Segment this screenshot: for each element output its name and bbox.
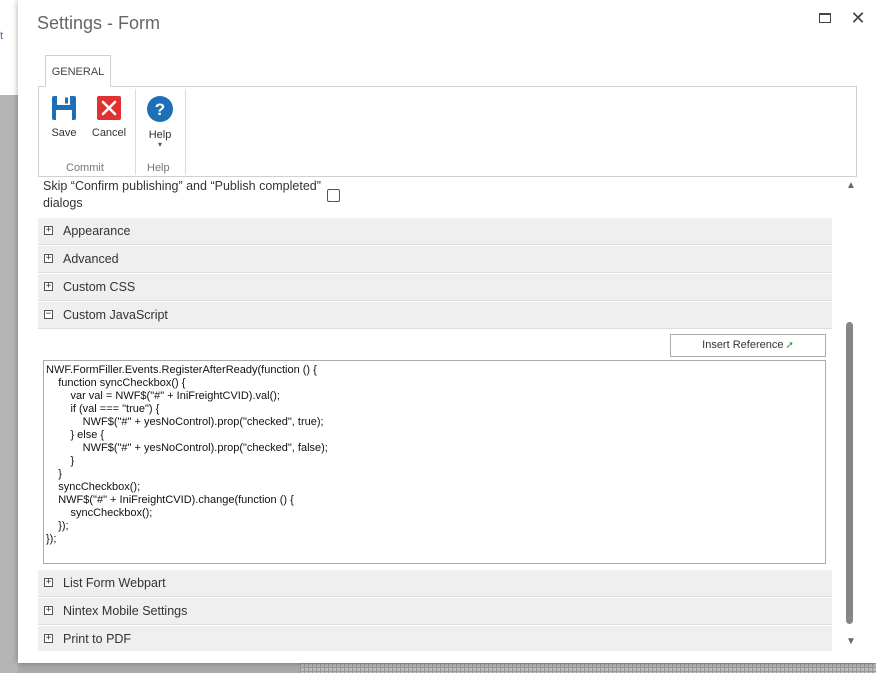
section-appearance[interactable]: + Appearance xyxy=(38,218,832,245)
scroll-up-icon[interactable]: ▲ xyxy=(846,180,856,191)
group-label-commit: Commit xyxy=(66,162,104,174)
background-overlay xyxy=(0,95,18,673)
cancel-button[interactable]: Cancel xyxy=(89,95,129,139)
expand-icon: + xyxy=(44,225,53,235)
close-icon: ✕ xyxy=(850,8,866,28)
section-custom-css[interactable]: + Custom CSS xyxy=(38,274,832,301)
expand-icon: + xyxy=(44,577,53,587)
cancel-label: Cancel xyxy=(91,127,127,139)
skip-dialogs-checkbox[interactable] xyxy=(327,189,340,202)
insert-arrow-icon: ➚ xyxy=(785,340,794,351)
section-label: Custom JavaScript xyxy=(63,308,168,322)
custom-javascript-editor[interactable]: NWF.FormFiller.Events.RegisterAfterReady… xyxy=(43,360,826,564)
section-label: Advanced xyxy=(63,252,119,266)
expand-icon: + xyxy=(44,633,53,643)
group-label-help: Help xyxy=(147,162,170,174)
section-list-form-webpart[interactable]: + List Form Webpart xyxy=(38,570,832,597)
section-custom-javascript[interactable]: − Custom JavaScript xyxy=(38,302,832,329)
section-nintex-mobile-settings[interactable]: + Nintex Mobile Settings xyxy=(38,598,832,625)
collapse-icon: − xyxy=(44,309,53,319)
chevron-down-icon: ▾ xyxy=(157,140,162,149)
maximize-button[interactable] xyxy=(814,8,834,28)
skip-dialogs-label: Skip “Confirm publishing” and “Publish c… xyxy=(43,179,321,210)
ribbon: Save Cancel ? Help ▾ Commit Help xyxy=(38,86,857,177)
help-icon: ? xyxy=(147,96,173,122)
group-separator xyxy=(135,89,136,175)
expand-icon: + xyxy=(44,253,53,263)
section-label: Nintex Mobile Settings xyxy=(63,604,188,618)
insert-reference-button[interactable]: Insert Reference ➚ xyxy=(670,334,826,357)
insert-reference-label: Insert Reference xyxy=(702,339,784,351)
section-label: Print to PDF xyxy=(63,632,132,646)
dialog-title: Settings - Form xyxy=(37,13,161,33)
background-text: t xyxy=(0,30,4,42)
help-button[interactable]: ? Help ▾ xyxy=(139,95,181,149)
section-label: List Form Webpart xyxy=(63,576,166,590)
save-label: Save xyxy=(51,127,77,139)
scroll-thumb[interactable] xyxy=(846,322,853,624)
settings-content: Skip “Confirm publishing” and “Publish c… xyxy=(38,177,832,651)
settings-dialog: Settings - Form ✕ GENERAL Save Cancel ? … xyxy=(18,0,876,663)
vertical-scrollbar[interactable]: ▲ ▼ xyxy=(844,177,858,651)
help-glyph: ? xyxy=(155,100,165,119)
section-print-to-pdf[interactable]: + Print to PDF xyxy=(38,626,832,651)
tab-general[interactable]: GENERAL xyxy=(45,55,111,87)
expand-icon: + xyxy=(44,281,53,291)
save-icon xyxy=(52,96,76,120)
background-pattern xyxy=(300,663,876,673)
save-button[interactable]: Save xyxy=(45,95,83,139)
cancel-icon xyxy=(97,96,121,120)
section-label: Custom CSS xyxy=(63,280,136,294)
group-separator xyxy=(185,89,186,175)
section-advanced[interactable]: + Advanced xyxy=(38,246,832,273)
expand-icon: + xyxy=(44,605,53,615)
section-label: Appearance xyxy=(63,224,131,238)
close-button[interactable]: ✕ xyxy=(848,8,868,28)
scroll-down-icon[interactable]: ▼ xyxy=(846,636,856,647)
maximize-icon xyxy=(819,13,831,23)
